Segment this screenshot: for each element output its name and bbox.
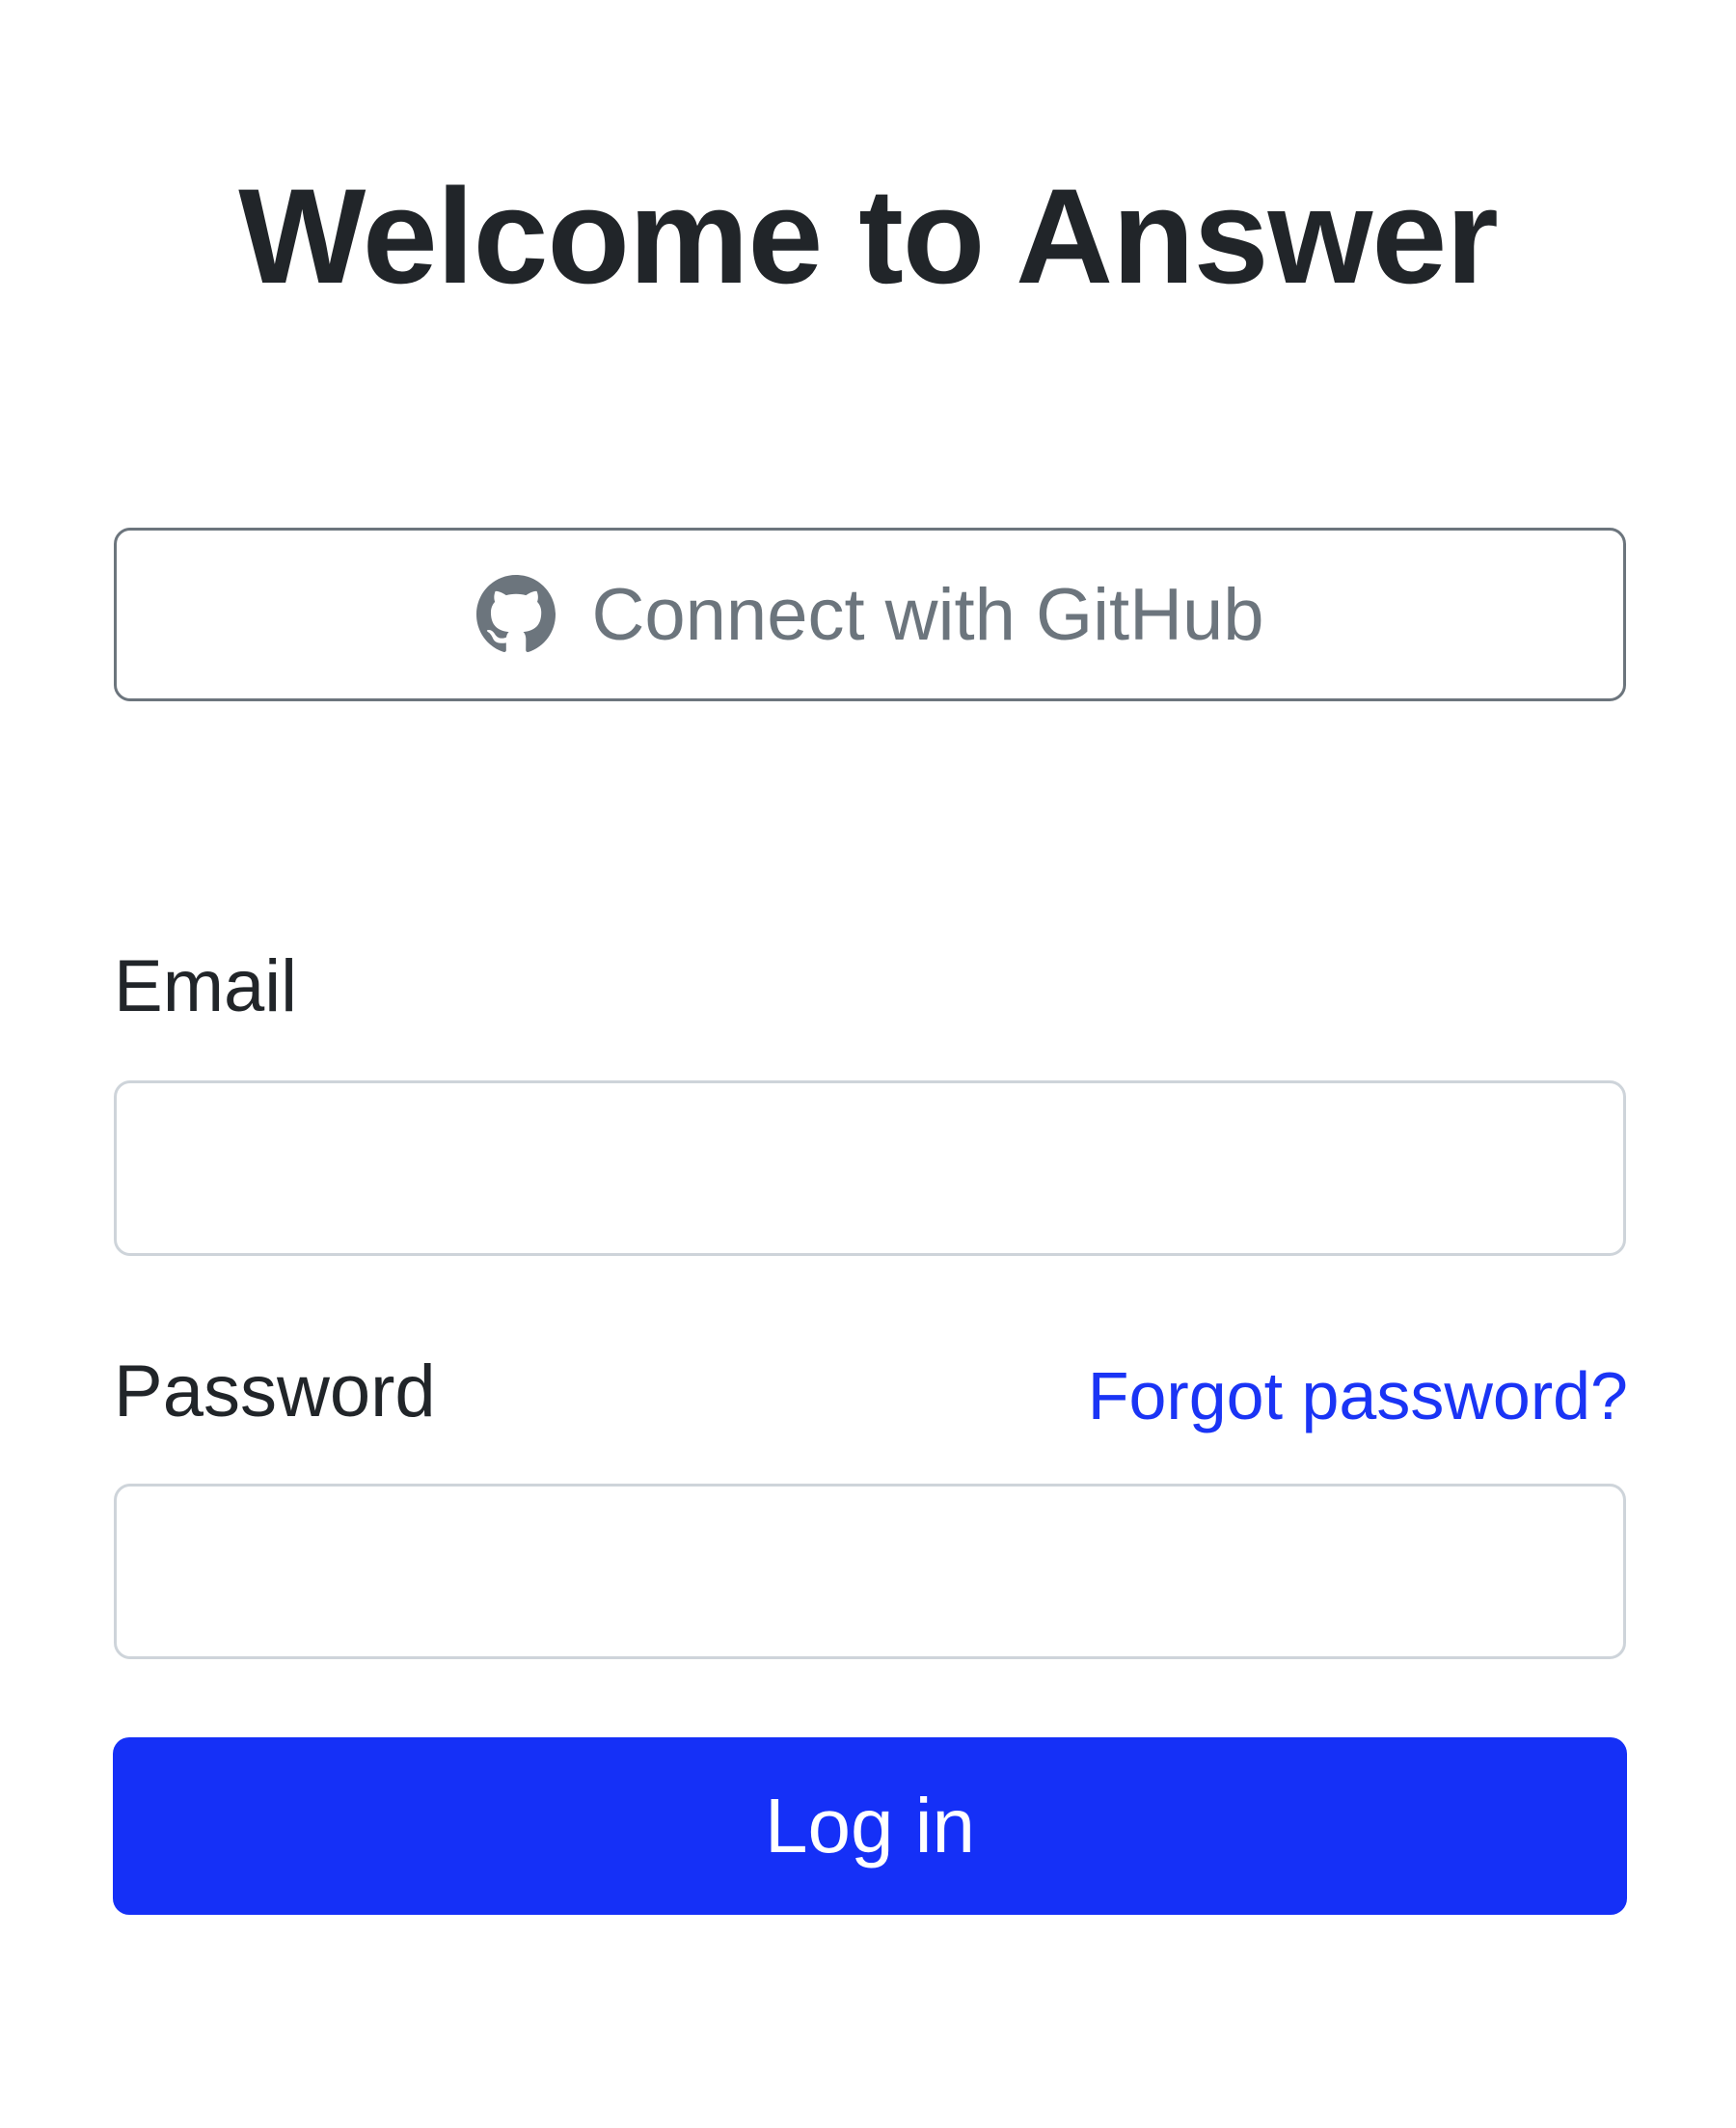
connect-github-label: Connect with GitHub bbox=[591, 573, 1264, 656]
page-title: Welcome to Answer bbox=[238, 160, 1499, 312]
password-input[interactable] bbox=[114, 1484, 1626, 1659]
forgot-password-link[interactable]: Forgot password? bbox=[1088, 1352, 1628, 1439]
login-button[interactable]: Log in bbox=[113, 1737, 1627, 1915]
password-label: Password bbox=[114, 1350, 436, 1432]
connect-github-button[interactable]: Connect with GitHub bbox=[114, 528, 1626, 701]
email-label: Email bbox=[114, 945, 298, 1027]
email-input[interactable] bbox=[114, 1080, 1626, 1256]
github-icon bbox=[475, 575, 556, 654]
